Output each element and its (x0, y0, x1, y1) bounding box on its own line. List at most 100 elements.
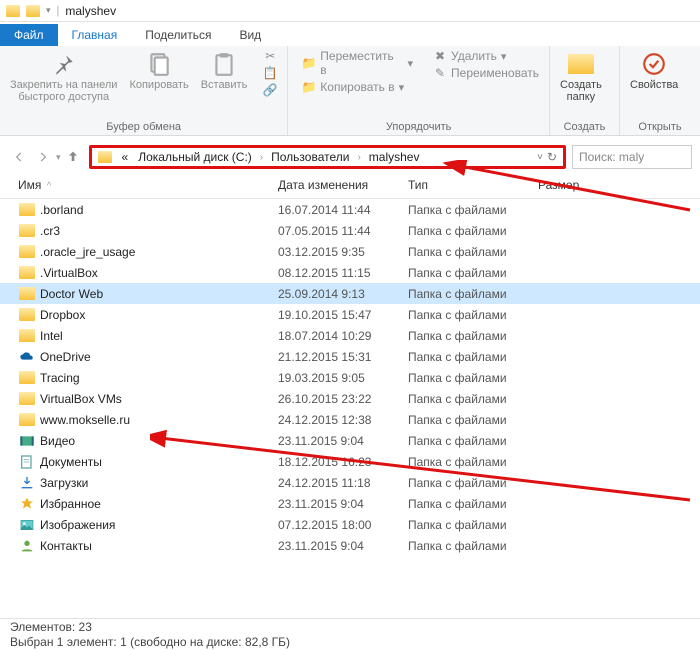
copy-to-button[interactable]: 📁Копировать в ▾ (298, 79, 417, 95)
rename-button[interactable]: ✎Переименовать (429, 65, 543, 81)
rename-icon: ✎ (433, 66, 447, 80)
move-icon: 📁 (302, 56, 316, 70)
dropdown-icon[interactable]: ˅ (537, 152, 543, 163)
table-row[interactable]: Intel18.07.2014 10:29Папка с файлами (0, 325, 700, 346)
paste-button[interactable]: Вставить (197, 48, 252, 91)
properties-icon (640, 50, 668, 78)
file-date: 16.07.2014 11:44 (278, 203, 408, 217)
tab-home[interactable]: Главная (58, 24, 132, 46)
file-date: 03.12.2015 9:35 (278, 245, 408, 259)
back-button[interactable] (8, 146, 30, 168)
file-date: 25.09.2014 9:13 (278, 287, 408, 301)
table-row[interactable]: Загрузки24.12.2015 11:18Папка с файлами (0, 472, 700, 493)
table-row[interactable]: .VirtualBox08.12.2015 11:15Папка с файла… (0, 262, 700, 283)
file-date: 08.12.2015 11:15 (278, 266, 408, 280)
paste-shortcut-button[interactable]: 🔗 (259, 82, 281, 98)
search-placeholder: Поиск: maly (579, 150, 644, 164)
table-row[interactable]: Контакты23.11.2015 9:04Папка с файлами (0, 535, 700, 556)
file-type: Папка с файлами (408, 245, 538, 259)
group-create-label: Создать (556, 121, 613, 135)
file-type: Папка с файлами (408, 497, 538, 511)
column-headers[interactable]: Имя ^ Дата изменения Тип Размер (0, 172, 700, 199)
file-type: Папка с файлами (408, 434, 538, 448)
properties-button[interactable]: Свойства (626, 48, 682, 91)
dropdown-arrow-icon[interactable]: ▾ (46, 5, 51, 16)
status-selection: Выбран 1 элемент: 1 (свободно на диске: … (10, 635, 690, 650)
col-type[interactable]: Тип (408, 178, 538, 192)
table-row[interactable]: Документы18.12.2015 16:23Папка с файлами (0, 451, 700, 472)
tab-file[interactable]: Файл (0, 24, 58, 46)
table-row[interactable]: Doctor Web25.09.2014 9:13Папка с файлами (0, 283, 700, 304)
table-row[interactable]: Dropbox19.10.2015 15:47Папка с файлами (0, 304, 700, 325)
table-row[interactable]: .oracle_jre_usage03.12.2015 9:35Папка с … (0, 241, 700, 262)
table-row[interactable]: www.mokselle.ru24.12.2015 12:38Папка с ф… (0, 409, 700, 430)
paste-icon (210, 50, 238, 78)
folder-icon (18, 412, 36, 428)
up-button[interactable] (63, 149, 83, 165)
copy-button[interactable]: Копировать (125, 48, 192, 91)
refresh-icon[interactable]: ↻ (547, 150, 557, 164)
file-type: Папка с файлами (408, 413, 538, 427)
file-date: 23.11.2015 9:04 (278, 434, 408, 448)
file-name: Документы (40, 455, 102, 469)
file-name: .cr3 (40, 224, 60, 238)
file-date: 26.10.2015 23:22 (278, 392, 408, 406)
ribbon: Закрепить на панели быстрого доступа Коп… (0, 46, 700, 136)
new-folder-button[interactable]: Создать папку (556, 48, 606, 103)
move-to-button[interactable]: 📁Переместить в ▾ (298, 48, 417, 78)
history-dropdown-icon[interactable]: ▾ (56, 152, 61, 163)
folder-icon (18, 391, 36, 407)
address-bar[interactable]: « Локальный диск (C:) › Пользователи › m… (89, 145, 566, 169)
folder-icon (18, 328, 36, 344)
cut-button[interactable]: ✂ (259, 48, 281, 64)
group-organize-label: Упорядочить (294, 121, 543, 135)
table-row[interactable]: .borland16.07.2014 11:44Папка с файлами (0, 199, 700, 220)
chevron-right-icon[interactable]: › (355, 152, 362, 163)
new-folder-icon (567, 50, 595, 78)
delete-icon: ✖ (433, 49, 447, 63)
downloads-icon (18, 475, 36, 491)
search-input[interactable]: Поиск: maly (572, 145, 692, 169)
file-list-area: Имя ^ Дата изменения Тип Размер .borland… (0, 172, 700, 556)
file-name: www.mokselle.ru (40, 413, 130, 427)
pin-button[interactable]: Закрепить на панели быстрого доступа (6, 48, 121, 103)
file-type: Папка с файлами (408, 350, 538, 364)
path-icon: 📋 (263, 66, 277, 80)
table-row[interactable]: Изображения07.12.2015 18:00Папка с файла… (0, 514, 700, 535)
folder-icon (18, 286, 36, 302)
file-date: 07.05.2015 11:44 (278, 224, 408, 238)
table-row[interactable]: .cr307.05.2015 11:44Папка с файлами (0, 220, 700, 241)
table-row[interactable]: Видео23.11.2015 9:04Папка с файлами (0, 430, 700, 451)
breadcrumb-item[interactable]: malyshev (365, 148, 424, 166)
ribbon-tabs: Файл Главная Поделиться Вид (0, 22, 700, 46)
table-row[interactable]: Избранное23.11.2015 9:04Папка с файлами (0, 493, 700, 514)
file-name: .borland (40, 203, 83, 217)
images-icon (18, 517, 36, 533)
navigation-bar: ▾ « Локальный диск (C:) › Пользователи ›… (0, 142, 700, 172)
file-name: Doctor Web (40, 287, 103, 301)
table-row[interactable]: VirtualBox VMs26.10.2015 23:22Папка с фа… (0, 388, 700, 409)
breadcrumb-item[interactable]: Локальный диск (C:) (134, 148, 256, 166)
table-row[interactable]: OneDrive21.12.2015 15:31Папка с файлами (0, 346, 700, 367)
folder-icon (26, 5, 40, 17)
table-row[interactable]: Tracing19.03.2015 9:05Папка с файлами (0, 367, 700, 388)
contacts-icon (18, 538, 36, 554)
tab-share[interactable]: Поделиться (131, 24, 225, 46)
file-name: OneDrive (40, 350, 91, 364)
chevron-right-icon[interactable]: › (258, 152, 265, 163)
cut-icon: ✂ (263, 49, 277, 63)
copy-path-button[interactable]: 📋 (259, 65, 281, 81)
col-size[interactable]: Размер (538, 178, 618, 192)
col-name[interactable]: Имя ^ (18, 178, 278, 192)
file-date: 18.12.2015 16:23 (278, 455, 408, 469)
delete-button[interactable]: ✖Удалить ▾ (429, 48, 543, 64)
col-date[interactable]: Дата изменения (278, 178, 408, 192)
forward-button[interactable] (32, 146, 54, 168)
file-name: Dropbox (40, 308, 85, 322)
tab-view[interactable]: Вид (225, 24, 275, 46)
file-name: VirtualBox VMs (40, 392, 122, 406)
separator-icon: | (57, 5, 60, 17)
folder-icon (18, 244, 36, 260)
file-date: 07.12.2015 18:00 (278, 518, 408, 532)
breadcrumb-item[interactable]: Пользователи (267, 148, 353, 166)
